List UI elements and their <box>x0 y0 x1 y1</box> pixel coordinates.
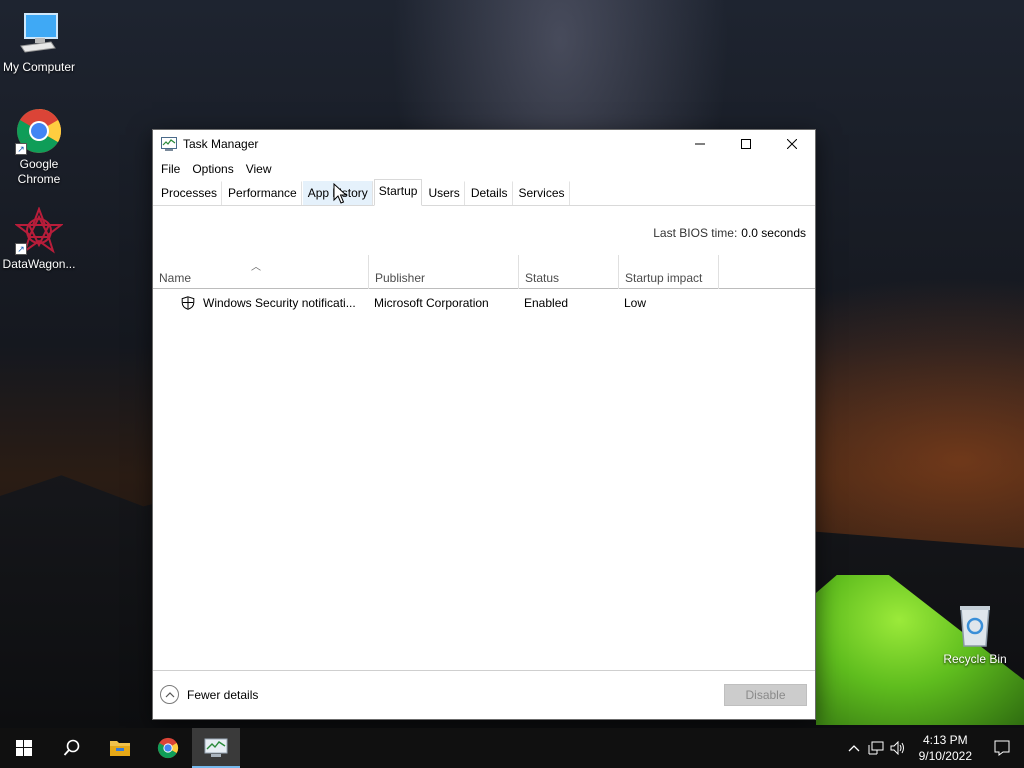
minimize-icon <box>695 143 705 145</box>
volume-button[interactable] <box>887 728 909 768</box>
search-icon <box>63 739 80 756</box>
datawagon-icon: ↗ <box>14 206 64 255</box>
maximize-button[interactable] <box>723 130 769 158</box>
bios-value: 0.0 seconds <box>741 226 806 240</box>
chrome-icon <box>157 737 179 759</box>
network-button[interactable] <box>865 728 887 768</box>
column-header-label: Startup impact <box>625 271 703 285</box>
speaker-icon <box>890 741 904 755</box>
taskbar-chrome[interactable] <box>144 728 192 768</box>
folder-icon <box>110 741 130 756</box>
footer-bar: Fewer details Disable <box>153 670 815 719</box>
column-header-row: ︿ Name Publisher Status Startup impact <box>153 255 815 289</box>
recycle-bin-icon <box>951 602 999 650</box>
column-header-label: Publisher <box>375 271 426 285</box>
chevron-up-icon <box>848 745 860 752</box>
menu-view[interactable]: View <box>240 158 278 180</box>
menu-options[interactable]: Options <box>186 158 239 180</box>
shortcut-arrow-icon: ↗ <box>15 143 27 155</box>
network-icon <box>868 741 884 755</box>
title-bar[interactable]: Task Manager <box>153 130 815 158</box>
tab-startup[interactable]: Startup <box>373 179 423 206</box>
action-center-button[interactable] <box>980 728 1024 768</box>
taskbar-file-explorer[interactable] <box>96 728 144 768</box>
close-icon <box>787 139 797 149</box>
taskbar-task-manager[interactable] <box>192 728 240 768</box>
fewer-details-label: Fewer details <box>187 687 259 702</box>
table-row[interactable]: Windows Security notificati... Microsoft… <box>153 292 815 314</box>
shield-icon <box>181 296 195 310</box>
chrome-icon: ↗ <box>15 107 63 155</box>
clock-date: 9/10/2022 <box>918 749 972 763</box>
clock-time: 4:13 PM <box>922 733 968 747</box>
tab-services[interactable]: Services <box>514 181 570 205</box>
column-header-label: Name <box>159 271 192 285</box>
tab-bar: Processes Performance App history Startu… <box>153 179 815 206</box>
cell-startup-impact: Low <box>624 296 647 310</box>
column-header-label: Status <box>525 271 560 285</box>
task-manager-icon <box>204 738 228 757</box>
close-button[interactable] <box>769 130 815 158</box>
shortcut-arrow-icon: ↗ <box>15 243 27 255</box>
minimize-button[interactable] <box>677 130 723 158</box>
disable-button[interactable]: Disable <box>724 684 807 706</box>
system-tray: 4:13 PM 9/10/2022 <box>843 728 1024 768</box>
desktop-icon-label: My Computer <box>2 60 76 74</box>
column-header-startup-impact[interactable]: Startup impact <box>619 255 719 289</box>
task-manager-window: Task Manager File Options View Processes… <box>152 129 816 720</box>
desktop-icon-recycle-bin[interactable]: Recycle Bin <box>936 602 1014 667</box>
window-title: Task Manager <box>183 137 259 151</box>
desktop-icon-label: Recycle Bin <box>943 652 1007 666</box>
notification-icon <box>994 740 1010 756</box>
desktop-icon-label: Google Chrome <box>17 157 61 186</box>
desktop-icon-datawagon[interactable]: ↗ DataWagon... <box>0 206 78 272</box>
desktop-icon-my-computer[interactable]: My Computer <box>0 10 78 75</box>
show-hidden-icons-button[interactable] <box>843 728 865 768</box>
tab-details[interactable]: Details <box>466 181 513 205</box>
menu-bar: File Options View <box>153 158 815 180</box>
column-header-status[interactable]: Status <box>519 255 619 289</box>
cell-publisher: Microsoft Corporation <box>374 296 489 310</box>
tab-performance[interactable]: Performance <box>223 181 302 205</box>
search-button[interactable] <box>48 728 96 768</box>
tab-processes[interactable]: Processes <box>156 181 223 205</box>
clock[interactable]: 4:13 PM 9/10/2022 <box>909 732 980 764</box>
column-header-name[interactable]: ︿ Name <box>153 255 369 289</box>
last-bios-time: Last BIOS time: 0.0 seconds <box>653 226 806 240</box>
cell-name: Windows Security notificati... <box>203 296 356 310</box>
cell-status: Enabled <box>524 296 569 310</box>
desktop-icon-google-chrome[interactable]: ↗ Google Chrome <box>0 107 78 187</box>
mouse-cursor-icon <box>333 183 347 204</box>
maximize-icon <box>741 139 751 149</box>
task-manager-app-icon <box>161 137 177 151</box>
bios-label: Last BIOS time: <box>653 226 738 240</box>
windows-logo-icon <box>16 740 32 756</box>
menu-file[interactable]: File <box>155 158 186 180</box>
taskbar: 4:13 PM 9/10/2022 <box>0 728 1024 768</box>
chevron-up-icon <box>160 685 179 704</box>
fewer-details-button[interactable]: Fewer details <box>160 685 258 704</box>
computer-icon <box>15 10 63 58</box>
column-header-publisher[interactable]: Publisher <box>369 255 519 289</box>
desktop-icon-label: DataWagon... <box>2 257 76 271</box>
start-button[interactable] <box>0 728 48 768</box>
sort-ascending-icon: ︿ <box>251 262 261 273</box>
tab-users[interactable]: Users <box>423 181 465 205</box>
